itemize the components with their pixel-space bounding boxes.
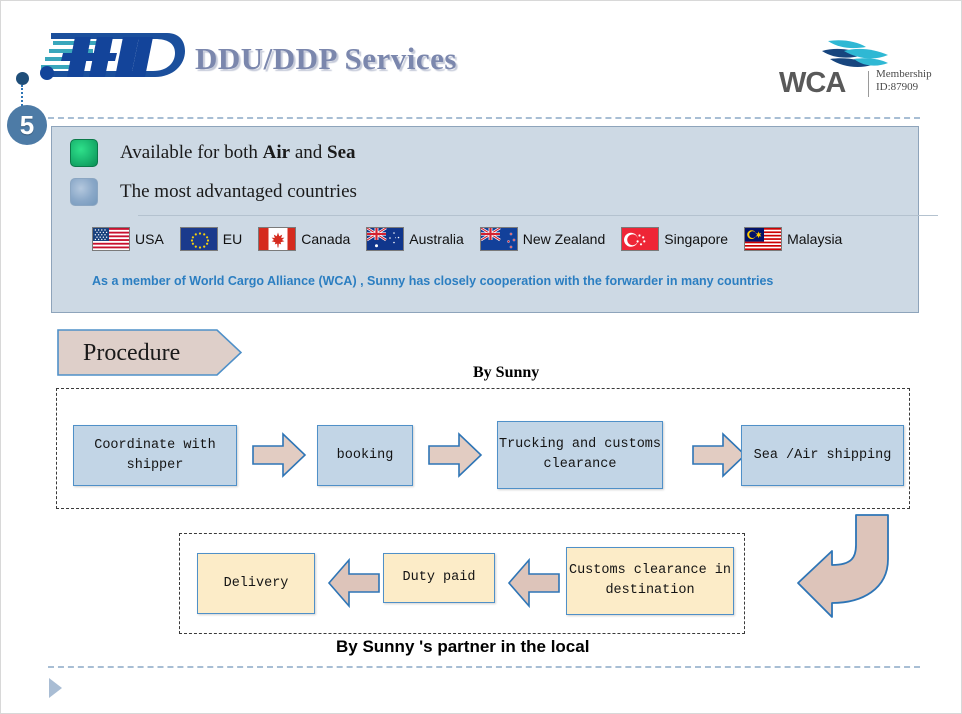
legend-label-air-sea: Available for both Air and Sea: [120, 142, 356, 164]
arrow-right-3: [692, 432, 747, 478]
hmd-logo: [35, 25, 187, 87]
flag-label-australia: Australia: [409, 231, 464, 247]
arrow-curved-return: [797, 514, 889, 618]
flag-eu: [179, 227, 218, 251]
flag-item-eu: EU: [179, 227, 243, 251]
flag-usa: [92, 227, 130, 251]
flag-item-malaysia: Malaysia: [744, 227, 842, 251]
slide-canvas: DDU/DDP Services WCA Membership ID:87909…: [0, 0, 962, 714]
arrow-right-1: [252, 432, 307, 478]
flag-label-eu: EU: [222, 231, 243, 247]
legend-text-air: Air: [262, 142, 291, 163]
wca-membership-text: Membership ID:87909: [876, 68, 932, 94]
procedure-label: Procedure: [83, 340, 181, 366]
step-box-delivery[interactable]: Delivery: [197, 553, 315, 614]
top-divider: [48, 117, 920, 119]
flag-new-zealand: [479, 227, 518, 251]
group-label-by-partner: By Sunny 's partner in the local: [336, 637, 590, 656]
legend-text-pre: Available for both: [120, 142, 263, 163]
info-panel: Available for both Air and Sea The most …: [51, 126, 938, 313]
flag-australia: [366, 227, 405, 251]
step-box-trucking-and-customs-clearance[interactable]: Trucking and customs clearance: [497, 421, 663, 489]
step-box-coordinate-with-shipper[interactable]: Coordinate with shipper: [73, 425, 237, 486]
wca-membership-id: ID:87909: [876, 81, 919, 93]
flag-label-new-zealand: New Zealand: [522, 231, 606, 247]
arrow-left-1: [327, 557, 380, 609]
legend-label-countries: The most advantaged countries: [120, 181, 357, 202]
panel-divider: [138, 215, 938, 216]
slide-number-badge: 5: [7, 105, 47, 145]
procedure-banner: Procedure: [57, 329, 243, 376]
flag-singapore: [621, 227, 660, 251]
flag-label-usa: USA: [135, 231, 164, 247]
flag-row: USA EU Canada Australia New Zealand Sing…: [92, 227, 858, 251]
legend-item-countries: The most advantaged countries: [70, 178, 357, 206]
flag-label-singapore: Singapore: [664, 231, 729, 247]
step-box-booking[interactable]: booking: [317, 425, 413, 486]
panel-caption: As a member of World Cargo Alliance (WCA…: [92, 274, 774, 288]
flag-item-australia: Australia: [366, 227, 464, 251]
flag-malaysia: [744, 227, 783, 251]
wca-logo: WCA Membership ID:87909: [776, 37, 936, 109]
flag-item-canada: Canada: [258, 227, 350, 251]
flag-label-canada: Canada: [301, 231, 351, 247]
flag-item-new-zealand: New Zealand: [479, 227, 606, 251]
next-slide-triangle-icon[interactable]: [49, 678, 62, 698]
page-title: DDU/DDP Services: [195, 41, 457, 76]
step-box-sea-air-shipping[interactable]: Sea /Air shipping: [741, 425, 904, 486]
arrow-right-2: [428, 432, 483, 478]
legend-text-mid: and: [290, 142, 328, 163]
flag-canada: [258, 227, 297, 251]
flag-item-usa: USA: [92, 227, 164, 251]
group-label-by-sunny: By Sunny: [473, 364, 540, 381]
three-birds-icon: [822, 40, 888, 67]
wca-divider: [868, 71, 869, 97]
wca-wordmark: WCA: [779, 67, 846, 99]
blue-square-icon: [70, 178, 98, 206]
wca-membership-label: Membership: [876, 68, 932, 80]
step-label-customs-destination: Customs clearance in destination: [568, 563, 732, 598]
badge-connector-dot: [16, 72, 29, 85]
step-box-customs-clearance-in-destination[interactable]: Customs clearance in destination: [566, 547, 734, 615]
flag-label-malaysia: Malaysia: [787, 231, 843, 247]
legend-text-sea: Sea: [327, 142, 356, 163]
arrow-left-2: [507, 557, 560, 609]
bottom-divider: [48, 666, 920, 668]
flag-item-singapore: Singapore: [621, 227, 728, 251]
step-label-trucking: Trucking and customs clearance: [498, 437, 662, 472]
step-box-duty-paid[interactable]: Duty paid: [383, 553, 495, 603]
green-square-icon: [70, 139, 98, 167]
legend-item-air-sea: Available for both Air and Sea: [70, 139, 356, 167]
